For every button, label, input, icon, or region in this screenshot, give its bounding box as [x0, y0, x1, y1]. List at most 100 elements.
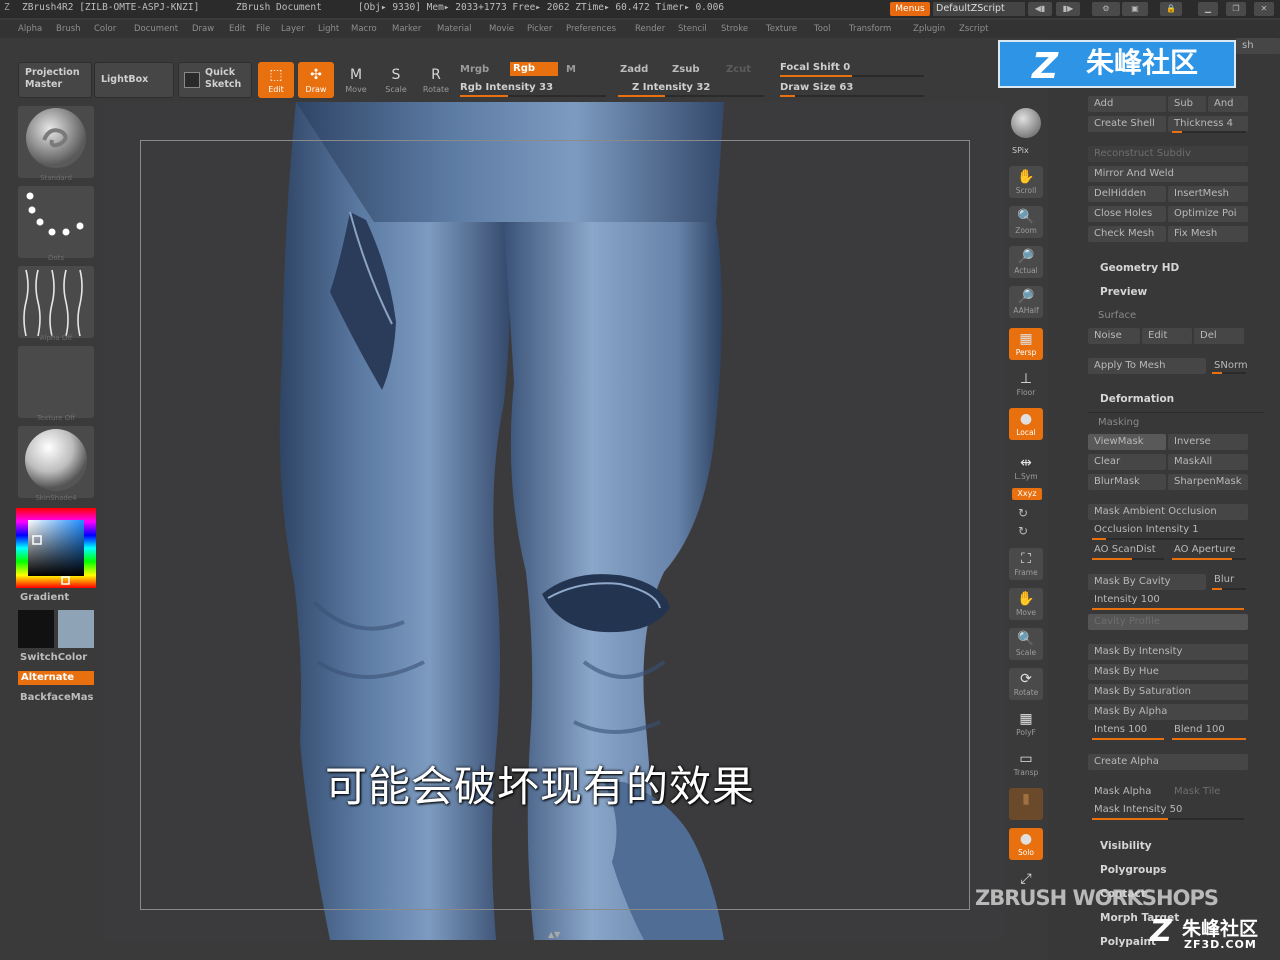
inverse-button[interactable]: Inverse — [1168, 434, 1248, 450]
menu-edit[interactable]: Edit — [229, 24, 245, 34]
sharpenmask-button[interactable]: SharpenMask — [1168, 474, 1248, 490]
color-picker[interactable] — [16, 508, 96, 588]
surface-header[interactable]: Surface — [1098, 310, 1136, 321]
palette-icon[interactable]: ⚙ — [1092, 2, 1120, 16]
menu-alpha[interactable]: Alpha — [18, 24, 42, 34]
noise-edit-button[interactable]: Edit — [1142, 328, 1192, 344]
transp-button[interactable]: ▭ Transp — [1009, 748, 1043, 780]
minimize-icon[interactable]: ▁ — [1198, 2, 1218, 16]
edit-button[interactable]: ⬚ Edit — [258, 62, 294, 98]
persp-button[interactable]: ▦ Persp — [1009, 328, 1043, 360]
viewmask-button[interactable]: ViewMask — [1088, 434, 1166, 450]
mrgb-button[interactable]: Mrgb — [460, 64, 489, 75]
script-selector[interactable]: DefaultZScript — [933, 2, 1025, 16]
palette-tab-sh[interactable]: sh — [1236, 38, 1280, 54]
visibility-header[interactable]: Visibility — [1100, 840, 1152, 852]
frame-button[interactable]: ⛶ Frame — [1009, 548, 1043, 580]
clear-mask-button[interactable]: Clear — [1088, 454, 1166, 470]
lightbox-button[interactable]: LightBox — [94, 62, 174, 98]
add-button[interactable]: Add — [1088, 96, 1166, 112]
z-intensity-track[interactable] — [618, 95, 764, 97]
masking-header[interactable]: Masking — [1098, 417, 1139, 428]
fix-mesh-button[interactable]: Fix Mesh — [1168, 226, 1248, 242]
mask-intensity-slider[interactable]: Mask Intensity 50 — [1088, 802, 1248, 818]
rotate-view-button[interactable]: ⟳ Rotate — [1009, 668, 1043, 700]
cavity-intensity-slider[interactable]: Intensity 100 — [1088, 592, 1248, 608]
layout-icon[interactable]: ▣ — [1122, 2, 1148, 16]
zadd-button[interactable]: Zadd — [620, 64, 648, 75]
menu-transform[interactable]: Transform — [849, 24, 891, 34]
solo-button[interactable]: ● Solo — [1009, 828, 1043, 860]
draw-size-track[interactable] — [780, 95, 924, 97]
scale-view-button[interactable]: 🔍 Scale — [1009, 628, 1043, 660]
cavity-blur-slider[interactable]: Blur — [1208, 572, 1250, 588]
apply-to-mesh-button[interactable]: Apply To Mesh — [1088, 358, 1206, 374]
thickness-slider[interactable]: Thickness 4 — [1168, 116, 1248, 132]
menu-material[interactable]: Material — [437, 24, 472, 34]
insertmesh-button[interactable]: InsertMesh — [1168, 186, 1248, 202]
polygroups-header[interactable]: Polygroups — [1100, 864, 1167, 876]
check-mesh-button[interactable]: Check Mesh — [1088, 226, 1166, 242]
backface-mask-button[interactable]: BackfaceMas — [20, 692, 93, 703]
geometry-hd-header[interactable]: Geometry HD — [1100, 262, 1179, 274]
maximize-icon[interactable]: ❐ — [1226, 2, 1246, 16]
ao-scandist-slider[interactable]: AO ScanDist — [1088, 542, 1166, 558]
sub-button[interactable]: Sub — [1168, 96, 1206, 112]
and-button[interactable]: And — [1208, 96, 1248, 112]
projection-master-button[interactable]: Projection Master — [18, 62, 92, 98]
actual-button[interactable]: 🔎 Actual — [1009, 246, 1043, 278]
menu-color[interactable]: Color — [94, 24, 116, 34]
secondary-color-swatch[interactable] — [18, 610, 54, 648]
remesh-mode[interactable]: Reconstruct Subdiv — [1088, 146, 1248, 162]
blurmask-button[interactable]: BlurMask — [1088, 474, 1166, 490]
menu-texture[interactable]: Texture — [766, 24, 797, 34]
rgb-intensity-track[interactable] — [460, 95, 606, 97]
switch-color-button[interactable]: SwitchColor — [20, 652, 87, 663]
zcut-button[interactable]: Zcut — [726, 64, 751, 75]
menu-file[interactable]: File — [256, 24, 270, 34]
close-icon[interactable]: ✕ — [1254, 2, 1274, 16]
menu-macro[interactable]: Macro — [351, 24, 377, 34]
mask-tile-slider[interactable]: Mask Tile — [1168, 784, 1248, 800]
zoom-button[interactable]: 🔍 Zoom — [1009, 206, 1043, 238]
move-button[interactable]: M Move — [338, 62, 374, 98]
mask-ambient-occlusion-button[interactable]: Mask Ambient Occlusion — [1088, 504, 1248, 520]
gradient-toggle[interactable]: Gradient — [20, 592, 69, 603]
spix-slider[interactable]: SPix — [1012, 146, 1029, 155]
menu-preferences[interactable]: Preferences — [566, 24, 616, 34]
noise-button[interactable]: Noise — [1088, 328, 1140, 344]
texture-selector[interactable] — [18, 346, 94, 418]
aahalf-button[interactable]: 🔎 AAHalf — [1009, 286, 1043, 318]
cavity-profile-button[interactable]: Cavity Profile — [1088, 614, 1248, 630]
mirror-weld-button[interactable]: Mirror And Weld — [1088, 166, 1248, 182]
preview-header[interactable]: Preview — [1100, 286, 1147, 298]
rotate-button[interactable]: R Rotate — [418, 62, 454, 98]
m-button[interactable]: M — [566, 64, 576, 75]
occlusion-intensity-slider[interactable]: Occlusion Intensity 1 — [1088, 522, 1248, 538]
floor-button[interactable]: ⊥ Floor — [1009, 368, 1043, 400]
menu-stencil[interactable]: Stencil — [678, 24, 707, 34]
draw-size-slider[interactable]: Draw Size 63 — [780, 82, 853, 93]
mask-by-hue-button[interactable]: Mask By Hue — [1088, 664, 1248, 680]
mask-by-cavity-button[interactable]: Mask By Cavity — [1088, 574, 1206, 590]
polypaint-header[interactable]: Polypaint — [1100, 936, 1156, 948]
maskall-button[interactable]: MaskAll — [1168, 454, 1248, 470]
menu-layer[interactable]: Layer — [281, 24, 305, 34]
scale-button[interactable]: S Scale — [378, 62, 414, 98]
move-view-button[interactable]: ✋ Move — [1009, 588, 1043, 620]
rotate-z-icon[interactable]: ↻ — [1018, 524, 1028, 538]
xyz-button[interactable]: Xxyz — [1012, 488, 1042, 500]
focal-shift-track[interactable] — [780, 75, 924, 77]
mask-by-alpha-button[interactable]: Mask By Alpha — [1088, 704, 1248, 720]
resize-handle-icon[interactable]: ▲▼ — [548, 930, 566, 939]
polyf-button[interactable]: ▦ PolyF — [1009, 708, 1043, 740]
menu-zplugin[interactable]: Zplugin — [913, 24, 945, 34]
lsym-button[interactable]: ⇹ L.Sym — [1009, 452, 1043, 484]
alpha-intensity-slider[interactable]: Intens 100 — [1088, 722, 1166, 738]
create-shell-button[interactable]: Create Shell — [1088, 116, 1166, 132]
z-intensity-slider[interactable]: Z Intensity 32 — [632, 82, 710, 93]
rgb-button[interactable]: Rgb — [510, 62, 558, 76]
menu-marker[interactable]: Marker — [392, 24, 421, 34]
alternate-button[interactable]: Alternate — [18, 671, 94, 685]
deformation-header[interactable]: Deformation — [1100, 393, 1174, 405]
